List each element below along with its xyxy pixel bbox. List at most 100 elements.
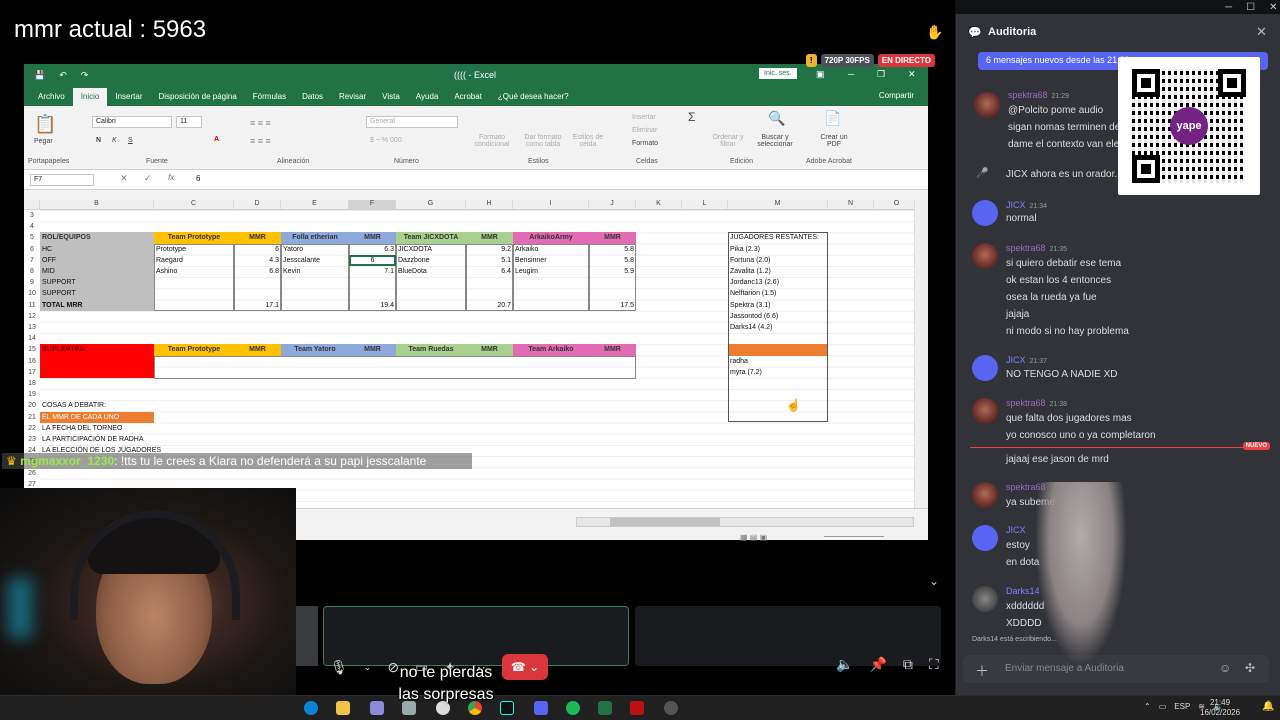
row-header[interactable]: 3 (24, 210, 40, 221)
microphone-icon[interactable]: 🎙 (330, 659, 348, 676)
remaining-extra[interactable]: radha (728, 356, 828, 367)
message-input[interactable]: Enviar mensaje a Auditoria (1005, 663, 1124, 674)
row-header[interactable]: 20 (24, 400, 40, 411)
table1-header-mmr[interactable]: MMR (234, 232, 281, 244)
tab-vista[interactable]: Vista (374, 92, 408, 106)
align-left-icon[interactable]: ≡ ≡ ≡ (250, 136, 271, 146)
tell-me-search[interactable]: ¿Qué desea hacer? (490, 92, 577, 106)
row-header[interactable]: 5 (24, 232, 40, 243)
format-table-button[interactable]: Dar formato como tabla (520, 134, 566, 148)
table1-header-mmr[interactable]: MMR (349, 232, 396, 244)
avatar[interactable] (972, 243, 998, 269)
message-author[interactable]: spektra68 21:38 (1006, 398, 1067, 408)
message-author[interactable]: Darks14 (1006, 586, 1040, 596)
debate-item[interactable]: EL MMR DE CADA UNO (40, 411, 154, 423)
remaining-player[interactable]: Jordanc13 (2.6) (728, 277, 828, 288)
close-icon[interactable]: ✕ (1269, 2, 1277, 13)
table1-header-mmr[interactable]: MMR (589, 232, 636, 244)
row-header[interactable]: 19 (24, 389, 40, 400)
remaining-player[interactable]: Fortuna (2.0) (728, 255, 828, 266)
zoom-slider[interactable] (824, 536, 884, 537)
close-panel-icon[interactable]: ✕ (1256, 24, 1267, 40)
table2-header-team[interactable]: Team Ruedas (396, 344, 466, 356)
avatar[interactable] (972, 525, 998, 551)
column-header[interactable]: B (40, 200, 154, 210)
column-header[interactable]: G (396, 200, 466, 210)
row-header[interactable]: 4 (24, 221, 40, 232)
table2-header-mmr[interactable]: MMR (234, 344, 281, 356)
role-cell[interactable]: SUPPORT (40, 277, 154, 288)
column-header[interactable]: K (636, 200, 682, 210)
debate-item[interactable]: LA PARTICIPACIÓN DE RADHA (40, 434, 180, 445)
network-icon[interactable]: ▭ (1159, 702, 1167, 711)
share-button[interactable]: Compartir (879, 91, 914, 100)
font-color-icon[interactable]: A (214, 136, 219, 143)
column-header[interactable]: N (828, 200, 874, 210)
name-box[interactable]: F7 (30, 174, 94, 186)
format-cells-button[interactable]: Formato (632, 140, 658, 147)
role-cell[interactable]: MID (40, 266, 154, 277)
select-all-corner[interactable] (24, 200, 40, 210)
row-header[interactable]: 7 (24, 255, 40, 266)
remaining-player[interactable]: Zavalita (1.2) (728, 266, 828, 277)
role-cell[interactable]: SUPPORT (40, 288, 154, 299)
font-name-select[interactable]: Calibri (92, 116, 172, 128)
tab-formulas[interactable]: Fórmulas (245, 92, 294, 106)
column-header[interactable]: H (466, 200, 513, 210)
currency-icon[interactable]: $ ~ % 000 (370, 137, 402, 144)
debate-title[interactable]: COSAS A DEBATIR: (40, 400, 170, 411)
row-header[interactable]: 21 (24, 412, 40, 423)
notifications-icon[interactable]: 🔔 (1262, 701, 1274, 712)
horizontal-scroll-thumb[interactable] (610, 518, 720, 526)
delete-cells-button[interactable]: Eliminar (632, 127, 657, 134)
message-author[interactable]: JICX 21:37 (1006, 355, 1047, 365)
maximize-icon[interactable]: ☐ (1246, 2, 1255, 13)
total-label[interactable]: TOTAL MRR (40, 299, 154, 311)
tab-acrobat[interactable]: Acrobat (446, 92, 490, 106)
remaining-extra[interactable]: myra (7.2) (728, 367, 828, 378)
autosum-icon[interactable]: Σ (688, 110, 695, 124)
minimize-icon[interactable]: ─ (848, 69, 854, 79)
avatar[interactable] (972, 355, 998, 381)
tab-archivo[interactable]: Archivo (30, 92, 73, 106)
selected-cell-f7[interactable] (349, 254, 396, 266)
avatar[interactable] (974, 92, 1000, 118)
save-icon[interactable]: 💾 (34, 70, 45, 81)
confirm-formula-icon[interactable]: ✓ (144, 173, 152, 184)
find-icon[interactable]: 🔍 (768, 110, 785, 127)
row-header[interactable]: 13 (24, 322, 40, 333)
redo-icon[interactable]: ↷ (81, 70, 89, 81)
table1-header-team[interactable]: ArkaikoArmy (513, 232, 589, 244)
column-header[interactable]: D (234, 200, 281, 210)
role-cell[interactable]: HC (40, 244, 154, 255)
row-header[interactable]: 10 (24, 288, 40, 299)
table1-header-team[interactable]: Team JICXDOTA (396, 232, 466, 244)
column-header[interactable]: L (682, 200, 728, 210)
clock[interactable]: 21:49 16/02/2026 (1200, 698, 1240, 718)
row-header[interactable]: 18 (24, 378, 40, 389)
login-button[interactable]: Inic. ses. (759, 68, 797, 79)
remaining-player[interactable]: Spektra (3.1) (728, 300, 828, 311)
row-header[interactable]: 17 (24, 367, 40, 378)
column-header[interactable]: F (349, 200, 396, 210)
table2-header-team[interactable]: Team Arkaiko (513, 344, 589, 356)
add-attachment-icon[interactable]: ＋ (975, 661, 989, 681)
file-explorer-icon[interactable] (336, 701, 350, 715)
discord-icon[interactable] (534, 701, 548, 715)
message-author[interactable]: JICX 21:34 (1006, 200, 1047, 210)
row-header[interactable]: 12 (24, 311, 40, 322)
app-icon[interactable] (630, 701, 644, 715)
spotify-icon[interactable] (566, 701, 580, 715)
emoji-icon[interactable]: ☺ (1219, 661, 1231, 675)
message-author[interactable]: spektra68 21:35 (1006, 243, 1067, 253)
row-header[interactable]: 26 (24, 468, 40, 479)
raise-hand-icon[interactable]: ✋ (926, 24, 943, 41)
align-top-icon[interactable]: ≡ ≡ ≡ (250, 118, 271, 128)
conditional-format-button[interactable]: Formato condicional (472, 134, 512, 148)
avatar[interactable] (972, 586, 998, 612)
row-header[interactable]: 8 (24, 266, 40, 277)
underline-button[interactable]: S (128, 137, 133, 144)
vertical-scrollbar[interactable] (914, 200, 928, 508)
formula-input[interactable]: 6 (196, 174, 200, 183)
row-header[interactable]: 6 (24, 244, 40, 255)
